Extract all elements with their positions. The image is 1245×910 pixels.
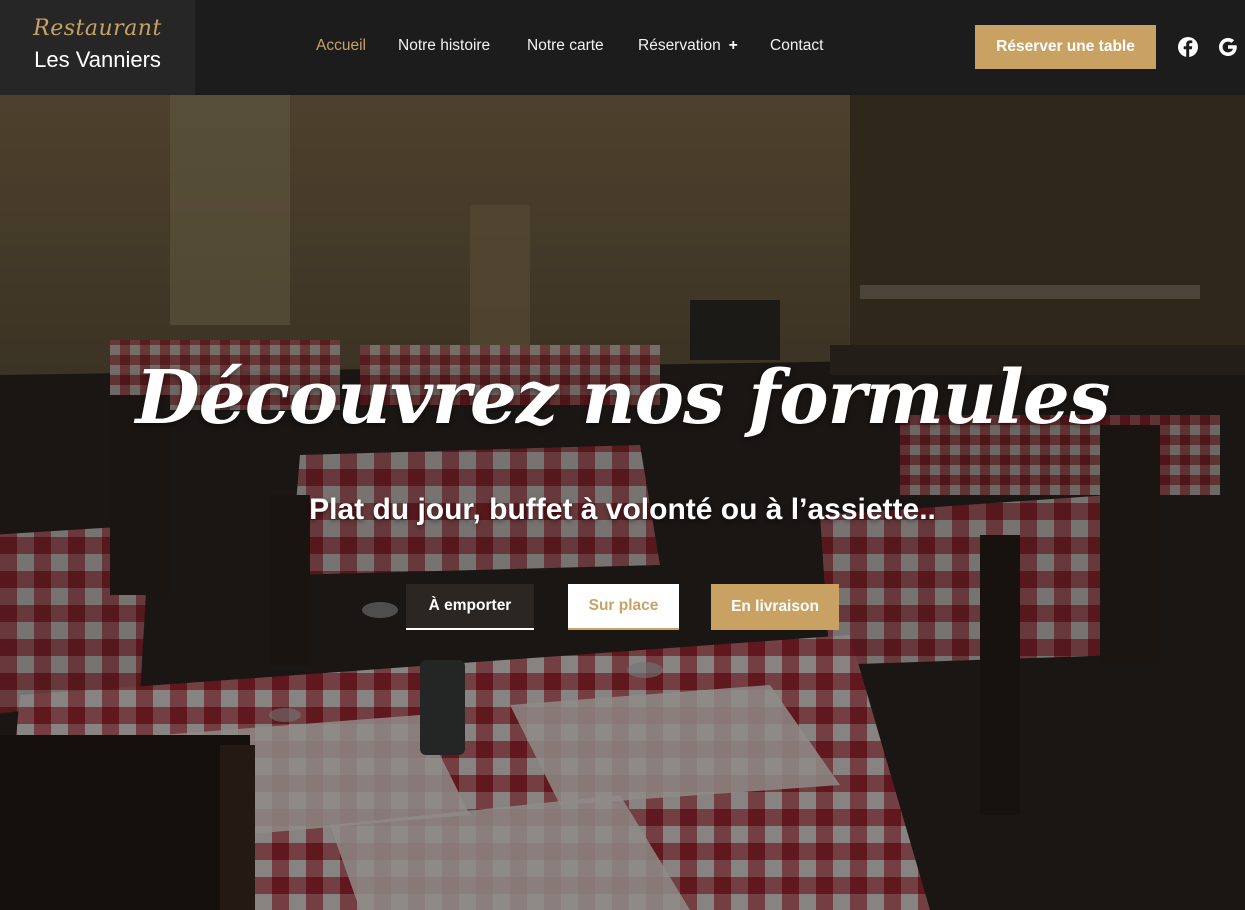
plus-icon[interactable]: + (729, 37, 738, 55)
takeaway-button[interactable]: À emporter (406, 584, 534, 630)
logo-script-text: Restaurant (33, 16, 162, 41)
hero-subtitle: Plat du jour, buffet à volonté ou à l’as… (309, 493, 936, 526)
logo-name-text: Les Vanniers (34, 47, 161, 72)
dine-in-button[interactable]: Sur place (568, 584, 679, 630)
nav-item-accueil[interactable]: Accueil (316, 37, 366, 55)
google-icon[interactable] (1217, 36, 1239, 58)
nav-item-contact[interactable]: Contact (770, 37, 823, 55)
reserve-table-button[interactable]: Réserver une table (975, 25, 1156, 69)
hero-title: Découvrez nos formules (135, 355, 1110, 441)
site-header: Restaurant Les Vanniers Accueil Notre hi… (0, 0, 1245, 95)
nav-item-reservation[interactable]: Réservation + (638, 37, 738, 55)
delivery-button[interactable]: En livraison (711, 584, 839, 630)
hero-section: Découvrez nos formules Plat du jour, buf… (0, 95, 1245, 910)
facebook-icon[interactable] (1177, 36, 1199, 58)
logo[interactable]: Restaurant Les Vanniers (0, 0, 195, 95)
nav-item-notre-carte[interactable]: Notre carte (527, 37, 604, 55)
nav-item-reservation-label: Réservation (638, 37, 721, 54)
nav-item-notre-histoire[interactable]: Notre histoire (398, 37, 490, 55)
